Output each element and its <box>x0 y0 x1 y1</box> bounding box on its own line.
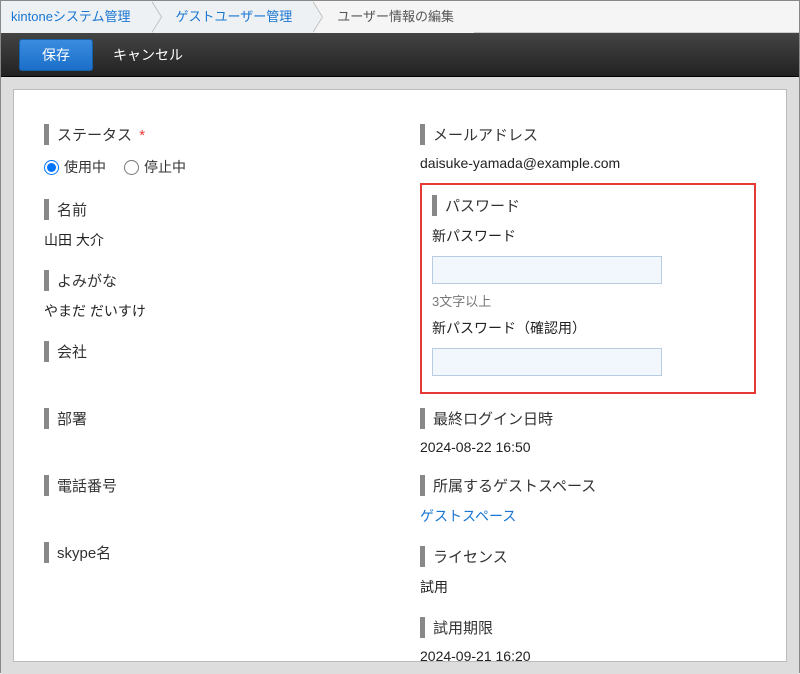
newpw-help: 3文字以上 <box>432 288 744 316</box>
save-button[interactable]: 保存 <box>19 39 93 71</box>
name-value: 山田 大介 <box>44 228 380 256</box>
status-stopped-option[interactable]: 停止中 <box>124 157 186 177</box>
breadcrumb: kintoneシステム管理 ゲストユーザー管理 ユーザー情報の編集 <box>1 1 799 33</box>
skype-value <box>44 571 380 595</box>
email-label: メールアドレス <box>420 124 756 145</box>
skype-label: skype名 <box>44 542 380 563</box>
password-highlight-box: パスワード 新パスワード 3文字以上 新パスワード（確認用） <box>420 183 756 394</box>
status-label: ステータス * <box>44 124 380 145</box>
status-stopped-text: 停止中 <box>144 157 186 177</box>
password-label: パスワード <box>432 195 744 216</box>
newpw-confirm-label: 新パスワード（確認用） <box>432 316 744 344</box>
breadcrumb-root[interactable]: kintoneシステム管理 <box>1 1 151 33</box>
panel-wrap: ステータス * 使用中 停止中 名前 山田 大介 よみがな やまだ だいすけ 会… <box>1 77 799 674</box>
trial-value: 2024-09-21 16:20 <box>420 646 756 662</box>
kana-label: よみがな <box>44 270 380 291</box>
left-column: ステータス * 使用中 停止中 名前 山田 大介 よみがな やまだ だいすけ 会… <box>44 110 380 641</box>
form-panel: ステータス * 使用中 停止中 名前 山田 大介 よみがな やまだ だいすけ 会… <box>13 89 787 662</box>
phone-value <box>44 504 380 528</box>
license-value: 試用 <box>420 575 756 603</box>
guestspace-label: 所属するゲストスペース <box>420 475 756 496</box>
guestspace-link[interactable]: ゲストスペース <box>420 504 756 532</box>
new-password-confirm-input[interactable] <box>432 348 662 376</box>
status-active-text: 使用中 <box>64 157 106 177</box>
status-active-radio[interactable] <box>44 160 59 175</box>
status-stopped-radio[interactable] <box>124 160 139 175</box>
company-value <box>44 370 380 394</box>
breadcrumb-mid[interactable]: ゲストユーザー管理 <box>151 1 313 33</box>
name-label: 名前 <box>44 199 380 220</box>
status-label-text: ステータス <box>57 127 132 144</box>
lastlogin-value: 2024-08-22 16:50 <box>420 437 756 461</box>
license-label: ライセンス <box>420 546 756 567</box>
newpw-label: 新パスワード <box>432 224 744 252</box>
new-password-input[interactable] <box>432 256 662 284</box>
kana-value: やまだ だいすけ <box>44 299 380 327</box>
required-mark: * <box>139 127 145 144</box>
email-value: daisuke-yamada@example.com <box>420 153 756 177</box>
breadcrumb-current: ユーザー情報の編集 <box>312 1 474 33</box>
trial-label: 試用期限 <box>420 617 756 638</box>
cancel-button[interactable]: キャンセル <box>113 45 183 65</box>
dept-value <box>44 437 380 461</box>
toolbar: 保存 キャンセル <box>1 33 799 77</box>
phone-label: 電話番号 <box>44 475 380 496</box>
lastlogin-label: 最終ログイン日時 <box>420 408 756 429</box>
status-radio-group: 使用中 停止中 <box>44 153 380 185</box>
company-label: 会社 <box>44 341 380 362</box>
right-column: メールアドレス daisuke-yamada@example.com パスワード… <box>420 110 756 641</box>
dept-label: 部署 <box>44 408 380 429</box>
status-active-option[interactable]: 使用中 <box>44 157 106 177</box>
